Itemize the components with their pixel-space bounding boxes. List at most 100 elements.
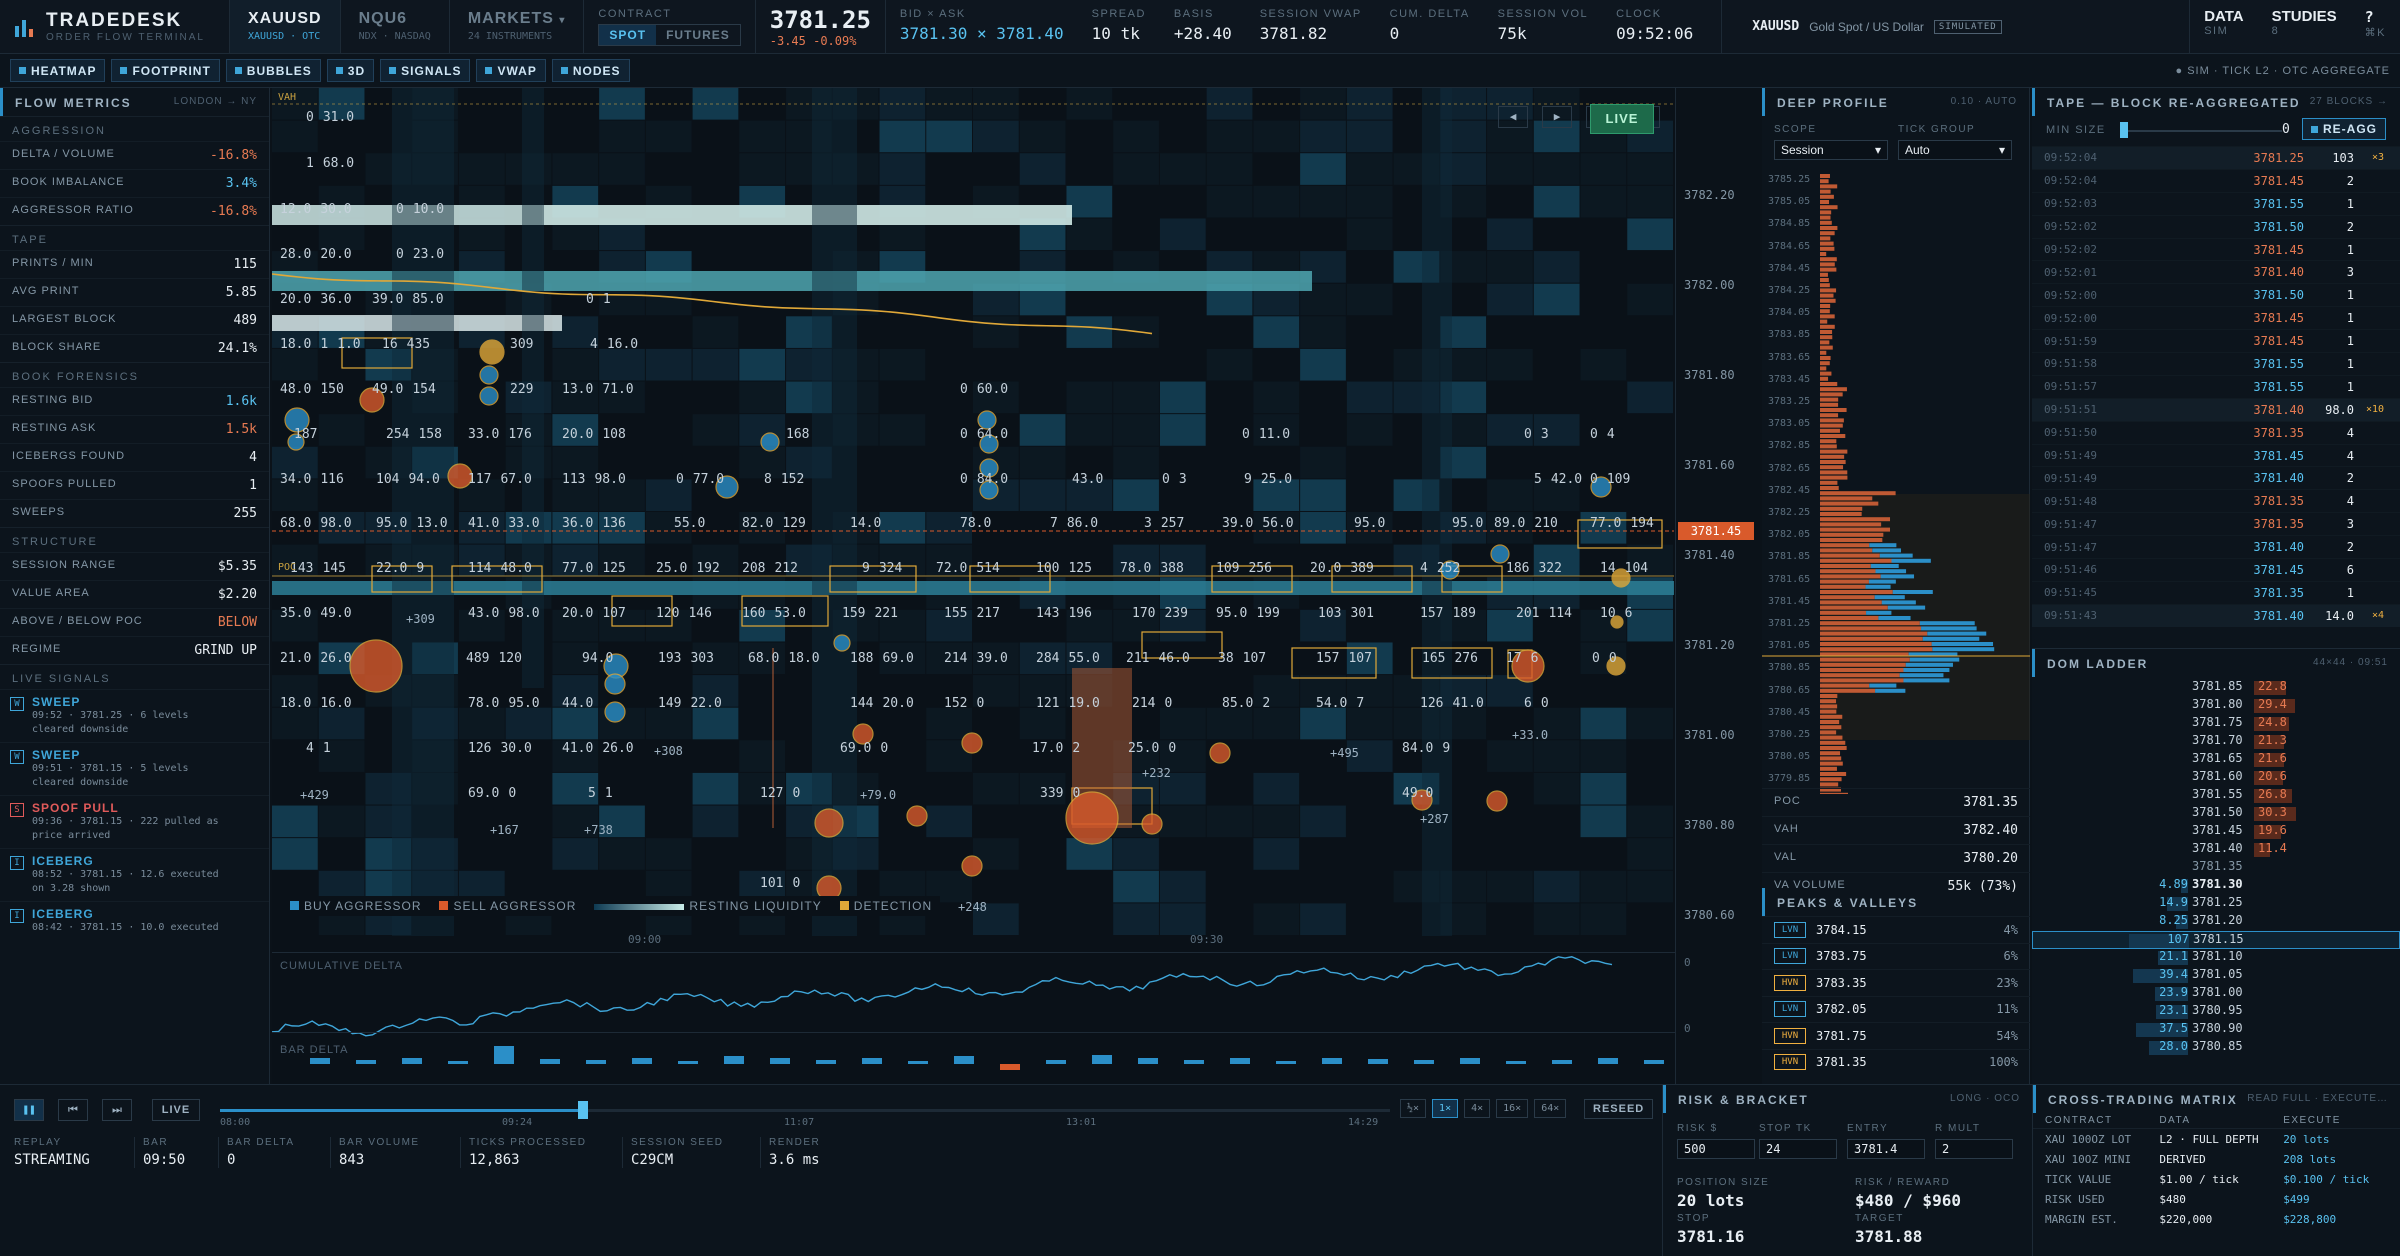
live-signal-item[interactable]: W SWEEP 09:51 · 3781.15 · 5 levels cleared…	[0, 742, 269, 795]
vwap-button[interactable]: VWAP	[476, 59, 546, 82]
peak-item[interactable]: HVN 3783.35 23%	[1762, 969, 2030, 996]
signals-button[interactable]: SIGNALS	[380, 59, 471, 82]
risk-input[interactable]: 500	[1677, 1139, 1755, 1159]
tape-row[interactable]: 09:52:00 3781.45 1	[2032, 306, 2400, 329]
futures-toggle[interactable]: FUTURES	[656, 25, 740, 45]
tape-row[interactable]: 09:51:45 3781.35 1	[2032, 580, 2400, 604]
trade-bubble[interactable]	[961, 732, 983, 754]
trade-bubble[interactable]	[833, 634, 851, 652]
symbol-tab-nqu6[interactable]: NQU6 NDX · NASDAQ	[341, 0, 450, 53]
tape-row[interactable]: 09:51:43 3781.40 14.0 ×4	[2032, 603, 2400, 627]
reagg-button[interactable]: RE-AGG	[2302, 118, 2386, 140]
tape-row[interactable]: 09:51:48 3781.35 4	[2032, 489, 2400, 512]
tape-row[interactable]: 09:52:01 3781.40 3	[2032, 260, 2400, 283]
dom-bid-row[interactable]: 23.9 3781.00	[2032, 985, 2400, 1003]
tape-row[interactable]: 09:51:46 3781.45 6	[2032, 558, 2400, 581]
trade-bubble[interactable]	[1486, 790, 1508, 812]
tape-row[interactable]: 09:51:47 3781.35 3	[2032, 512, 2400, 535]
trade-bubble[interactable]	[479, 339, 505, 365]
dom-ask-row[interactable]: 3781.70 21.3	[2032, 733, 2400, 751]
speed-option[interactable]: 4×	[1464, 1099, 1491, 1118]
tape-row[interactable]: 09:51:49 3781.45 4	[2032, 443, 2400, 467]
footprint-button[interactable]: FOOTPRINT	[111, 59, 220, 82]
dom-bid-row[interactable]: 28.0 3780.85	[2032, 1039, 2400, 1057]
tape-row[interactable]: 09:51:58 3781.55 1	[2032, 352, 2400, 375]
dom-bid-row[interactable]: 21.1 3781.10	[2032, 949, 2400, 967]
spot-toggle[interactable]: SPOT	[599, 25, 657, 45]
tape-row[interactable]: 09:52:02 3781.50 2	[2032, 214, 2400, 238]
peak-item[interactable]: LVN 3782.05 11%	[1762, 995, 2030, 1023]
peak-item[interactable]: LVN 3784.15 4%	[1762, 916, 2030, 943]
speed-option[interactable]: ½×	[1400, 1099, 1427, 1118]
heatmap-button[interactable]: HEATMAP	[10, 59, 106, 82]
data-menu[interactable]: DATA SIM	[2189, 0, 2257, 53]
tape-row[interactable]: 09:51:47 3781.40 2	[2032, 535, 2400, 558]
dom-bid-row[interactable]: 39.4 3781.05	[2032, 967, 2400, 985]
trade-bubble[interactable]	[760, 432, 780, 452]
dom-ask-row[interactable]: 3781.55 26.8	[2032, 787, 2400, 805]
speed-option[interactable]: 16×	[1496, 1099, 1529, 1118]
scroll-right-button[interactable]: ▶	[1542, 106, 1572, 128]
tape-row[interactable]: 09:51:51 3781.40 98.0 ×10	[2032, 397, 2400, 421]
step-forward-button[interactable]: ⏭	[102, 1099, 132, 1121]
trade-bubble[interactable]	[349, 639, 403, 693]
scrubber-handle[interactable]	[577, 1101, 588, 1119]
dom-ask-row[interactable]: 3781.80 29.4	[2032, 697, 2400, 715]
footprint-chart[interactable]: 0 31.0 1 68.0 12.0 30.0 0 10.0 28.0 20.0 0 23.0 20.0…	[272, 88, 1754, 1084]
tick-group-select[interactable]: Auto ▾	[1898, 140, 2012, 160]
dom-ask-row[interactable]: 3781.50 30.3	[2032, 805, 2400, 823]
tape-row[interactable]: 09:51:59 3781.45 1	[2032, 329, 2400, 352]
trade-bubble[interactable]	[814, 808, 844, 838]
step-back-button[interactable]: ⏮	[58, 1099, 88, 1121]
pause-button[interactable]: ❚❚	[14, 1099, 44, 1121]
tape-row[interactable]: 09:51:49 3781.40 2	[2032, 466, 2400, 489]
dom-bid-row[interactable]: 107 3781.15	[2032, 931, 2400, 949]
dom-ask-row[interactable]: 3781.85 22.8	[2032, 679, 2400, 697]
symbol-tab-markets[interactable]: MARKETS ▾ 24 INSTRUMENTS	[450, 0, 585, 53]
trade-bubble[interactable]	[604, 701, 626, 723]
dom-bid-row[interactable]: 23.1 3780.95	[2032, 1003, 2400, 1021]
live-signal-item[interactable]: W SWEEP 09:52 · 3781.25 · 6 levels cleared…	[0, 689, 269, 742]
dom-bid-row[interactable]: 14.9 3781.25	[2032, 895, 2400, 913]
tape-row[interactable]: 09:52:00 3781.50 1	[2032, 283, 2400, 306]
peak-item[interactable]: LVN 3783.75 6%	[1762, 942, 2030, 970]
tape-row[interactable]: 09:52:03 3781.55 1	[2032, 191, 2400, 215]
trade-bubble[interactable]	[906, 805, 928, 827]
dom-bid-row[interactable]: 37.5 3780.90	[2032, 1021, 2400, 1039]
replay-live-button[interactable]: LIVE	[152, 1099, 200, 1121]
trade-bubble[interactable]	[961, 855, 983, 877]
trade-bubble[interactable]	[1141, 813, 1163, 835]
risk-input[interactable]: 24	[1759, 1139, 1837, 1159]
trade-bubble[interactable]	[479, 365, 499, 385]
peak-item[interactable]: HVN 3781.35 100%	[1762, 1048, 2030, 1076]
trade-bubble[interactable]	[1209, 742, 1231, 764]
risk-input[interactable]: 3781.4	[1847, 1139, 1925, 1159]
trade-bubble[interactable]	[604, 673, 626, 695]
studies-menu[interactable]: STUDIES 8	[2258, 0, 2351, 53]
peak-item[interactable]: HVN 3781.75 54%	[1762, 1022, 2030, 1049]
dom-bid-row[interactable]: 8.25 3781.20	[2032, 913, 2400, 931]
tape-row[interactable]: 09:52:04 3781.25 103 ×3	[2032, 146, 2400, 169]
live-signal-item[interactable]: I ICEBERG 08:52 · 3781.15 · 12.6 executed …	[0, 848, 269, 901]
help-menu[interactable]: ? ⌘K	[2351, 0, 2400, 53]
bubbles-button[interactable]: BUBBLES	[225, 59, 321, 82]
live-signal-item[interactable]: I ICEBERG 08:42 · 3781.15 · 10.0 executed	[0, 901, 269, 940]
symbol-tab-xauusd[interactable]: XAUUSD XAUUSD · OTC	[230, 0, 341, 53]
tape-row[interactable]: 09:51:50 3781.35 4	[2032, 420, 2400, 444]
tape-row[interactable]: 09:52:04 3781.45 2	[2032, 168, 2400, 192]
dom-ask-row[interactable]: 3781.40 11.4	[2032, 841, 2400, 859]
reseed-button[interactable]: RESEED	[1584, 1099, 1654, 1119]
risk-input[interactable]: 2	[1935, 1139, 2013, 1159]
live-signal-item[interactable]: S SPOOF PULL 09:36 · 3781.15 · 222 pulled …	[0, 795, 269, 848]
scroll-left-button[interactable]: ◀	[1498, 106, 1528, 128]
nodes-button[interactable]: NODES	[551, 59, 630, 82]
slider-handle[interactable]	[2120, 122, 2128, 138]
live-button[interactable]: LIVE	[1590, 104, 1654, 134]
scope-select[interactable]: Session ▾	[1774, 140, 1888, 160]
dom-ask-row[interactable]: 3781.45 19.6	[2032, 823, 2400, 841]
3d-button[interactable]: 3D	[326, 59, 375, 82]
dom-ask-row[interactable]: 3781.60 20.6	[2032, 769, 2400, 787]
min-size-slider[interactable]	[2122, 130, 2282, 132]
tape-row[interactable]: 09:52:02 3781.45 1	[2032, 237, 2400, 261]
dom-ask-row[interactable]: 3781.65 21.6	[2032, 751, 2400, 769]
